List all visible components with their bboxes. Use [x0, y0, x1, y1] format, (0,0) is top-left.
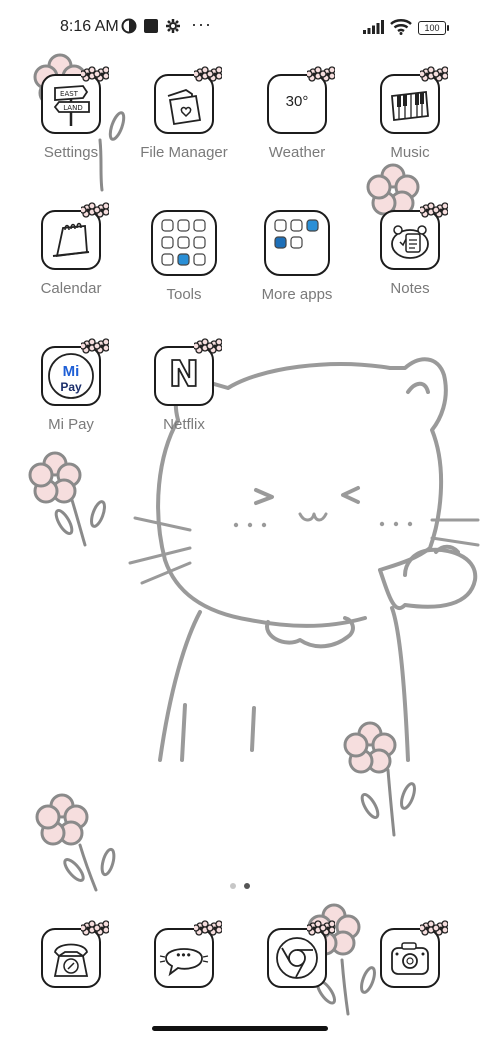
app-label: Notes: [390, 280, 430, 297]
app-label: Calendar: [40, 280, 102, 297]
sign-bottom-text: LAND: [63, 104, 82, 112]
flower-bow-icon: [307, 66, 335, 82]
page-dot-active: [244, 883, 250, 889]
wifi-icon: [390, 19, 412, 35]
app-label: Weather: [268, 144, 326, 161]
app-tools-folder[interactable]: Tools: [129, 210, 239, 303]
gear-icon: [166, 19, 180, 33]
data-saver-icon: [121, 18, 137, 34]
weather-icon: 30°: [267, 66, 335, 134]
status-bar: 8:16 AM ··· 100: [0, 0, 480, 56]
home-gesture-bar[interactable]: [152, 1026, 328, 1031]
app-notes[interactable]: Notes: [355, 202, 465, 297]
netflix-icon: N: [154, 338, 222, 406]
app-mi-pay[interactable]: Mi Pay Mi Pay: [16, 338, 126, 433]
netflix-letter: N: [168, 353, 200, 396]
app-settings[interactable]: EAST LAND Settings: [16, 66, 126, 161]
app-file-manager[interactable]: File Manager: [129, 66, 239, 161]
dock-messages[interactable]: •••: [129, 920, 239, 988]
messages-dots: •••: [176, 948, 192, 962]
calendar-icon: [41, 202, 109, 270]
dock-camera[interactable]: [355, 920, 465, 988]
notes-icon: [380, 202, 448, 270]
app-label: Settings: [43, 144, 99, 161]
camera-icon: [380, 920, 448, 988]
app-label: Music: [390, 144, 430, 161]
chrome-icon: [267, 920, 335, 988]
more-notifications-icon: ···: [191, 14, 212, 34]
phone-icon: [41, 920, 109, 988]
page-dot: [230, 883, 236, 889]
app-label: Netflix: [163, 416, 205, 433]
page-indicator[interactable]: [0, 876, 480, 894]
app-calendar[interactable]: Calendar: [16, 202, 126, 297]
dock-chrome[interactable]: [242, 920, 352, 988]
folder-icon: [154, 66, 222, 134]
piano-icon: [380, 66, 448, 134]
clock: 8:16 AM: [60, 18, 119, 35]
weather-temperature: 30°: [285, 93, 309, 110]
sign-top-text: EAST: [60, 90, 79, 98]
mi-text: Mi: [63, 363, 80, 380]
battery-indicator: 100: [418, 21, 449, 35]
app-netflix[interactable]: N Netflix: [129, 338, 239, 433]
app-label: Mi Pay: [48, 416, 94, 433]
pay-text: Pay: [60, 380, 82, 394]
signal-icon: [363, 20, 384, 34]
app-weather[interactable]: 30° Weather: [242, 66, 352, 161]
app-label: More apps: [261, 286, 333, 303]
notification-square-icon: [144, 19, 158, 33]
app-more-apps-folder[interactable]: More apps: [242, 210, 352, 303]
dock-phone[interactable]: [16, 920, 126, 988]
more-apps-folder-icon: [264, 210, 330, 276]
app-label: File Manager: [140, 144, 228, 161]
signpost-icon: EAST LAND: [41, 66, 109, 134]
app-music[interactable]: Music: [355, 66, 465, 161]
mi-pay-icon: Mi Pay: [41, 338, 109, 406]
tools-folder-icon: [151, 210, 217, 276]
messages-icon: •••: [154, 920, 222, 988]
app-label: Tools: [166, 286, 202, 303]
